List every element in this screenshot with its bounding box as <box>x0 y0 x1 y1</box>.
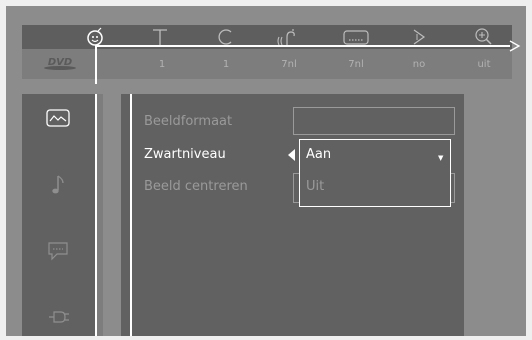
music-note-icon <box>52 175 64 194</box>
audio-icon <box>277 29 295 46</box>
sidebar-item-picture[interactable] <box>44 105 72 131</box>
setting-black-level[interactable]: Zwartniveau <box>144 147 226 162</box>
sidebar-item-features[interactable] <box>44 304 72 330</box>
title-value: 1 <box>158 58 166 70</box>
speech-bubble-icon <box>48 242 68 261</box>
arrow-right-icon <box>509 40 521 52</box>
subtitle-value: 7nl <box>348 58 364 70</box>
sidebar-item-sound[interactable] <box>44 172 72 198</box>
angle-value: no <box>412 58 426 70</box>
dvd-logo: DVD <box>44 57 76 70</box>
menu-divider-horizontal <box>95 45 510 47</box>
plug-icon <box>49 311 69 323</box>
chapter-icon <box>218 29 232 45</box>
angle-icon <box>413 29 426 45</box>
zoom-value: uit <box>477 58 491 70</box>
dropdown-option-on[interactable]: Aan <box>306 147 331 162</box>
setting-picture-center[interactable]: Beeld centreren <box>144 179 248 194</box>
selection-pointer-icon <box>288 149 295 161</box>
audio-value: 7nl <box>281 58 297 70</box>
dropdown-option-off[interactable]: Uit <box>306 179 324 194</box>
sidebar-item-language[interactable] <box>44 238 72 264</box>
menu-divider-vertical <box>95 45 97 84</box>
title-icon <box>153 29 167 45</box>
chapter-value: 1 <box>222 58 230 70</box>
panel-divider <box>130 94 132 336</box>
picture-icon <box>46 109 70 127</box>
dropdown-arrow-icon: ▼ <box>438 154 444 162</box>
black-level-dropdown[interactable]: Aan ▼ Uit <box>299 139 451 207</box>
setting-picture-format[interactable]: Beeldformaat <box>144 114 232 129</box>
sidebar-divider <box>95 94 97 336</box>
smiley-icon <box>87 27 103 46</box>
zoom-icon <box>475 28 492 45</box>
picture-format-value-box[interactable] <box>293 107 455 135</box>
subtitle-icon <box>343 30 369 45</box>
